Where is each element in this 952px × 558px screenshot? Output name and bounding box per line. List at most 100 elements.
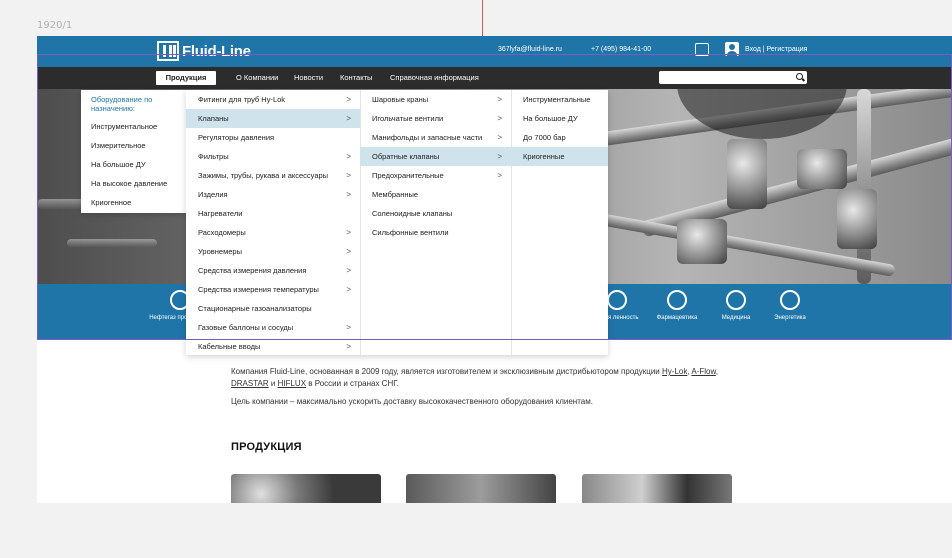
col2-item[interactable]: Стационарные газоанализаторы <box>186 299 360 318</box>
products-heading: ПРОДУКЦИЯ <box>231 441 302 453</box>
chevron-right-icon: > <box>346 95 351 104</box>
col2-item[interactable]: Кабельные вводы > <box>186 337 360 356</box>
col2-item[interactable]: Фитинги для труб Hy-Lok > <box>186 90 360 109</box>
col2-item[interactable]: Нагреватели <box>186 204 360 223</box>
nav-item-reference[interactable]: Справочная информация <box>390 73 479 82</box>
col3-item[interactable]: Манифольды и запасные части > <box>360 128 511 147</box>
col3-item-label: Сильфонные вентили <box>372 228 449 237</box>
col2-item-label: Стационарные газоанализаторы <box>198 304 312 313</box>
col3-item-label: Манифольды и запасные части <box>372 133 483 142</box>
col2-item[interactable]: Регуляторы давления <box>186 128 360 147</box>
industry-energy[interactable]: Энергетика <box>755 290 825 322</box>
intro-paragraph: Компания Fluid-Line, основанная в 2009 г… <box>231 367 719 388</box>
menu-by-purpose: Оборудование по назначению: Инструментал… <box>81 90 186 213</box>
chevron-right-icon: > <box>346 266 351 275</box>
menu-purpose-item[interactable]: Инструментальное <box>81 117 186 136</box>
logo[interactable]: Fluid-Line <box>157 40 251 62</box>
link-hiflux[interactable]: HIFLUX <box>278 379 306 388</box>
product-card-valves[interactable] <box>406 474 556 503</box>
col2-item-label: Нагреватели <box>198 209 243 218</box>
top-bar: Fluid-Line 367lyfa@fluid-line.ru +7 (495… <box>37 36 952 67</box>
phone-link[interactable]: +7 (495) 984-41-00 <box>591 46 651 53</box>
col2-item-label: Средства измерения температуры <box>198 285 319 294</box>
link-aflow[interactable]: A-Flow <box>691 367 715 376</box>
col2-item[interactable]: Изделия > <box>186 185 360 204</box>
menu-purpose-item[interactable]: Измерительное <box>81 136 186 155</box>
main-nav: Продукция О Компании Новости Контакты Сп… <box>37 67 952 89</box>
col2-item[interactable]: Газовые баллоны и сосуды > <box>186 318 360 337</box>
chevron-right-icon: > <box>346 228 351 237</box>
link-hylok[interactable]: Hy-Lok <box>662 367 687 376</box>
col2-item[interactable]: Расходомеры > <box>186 223 360 242</box>
col3-item-label: Мембранные <box>372 190 419 199</box>
nav-item-about[interactable]: О Компании <box>236 73 278 82</box>
chevron-right-icon: > <box>346 190 351 199</box>
energy-icon <box>780 290 800 310</box>
chevron-right-icon: > <box>346 114 351 123</box>
frame-tick <box>930 54 952 55</box>
menu-purpose-item[interactable]: На большое ДУ <box>81 155 186 174</box>
chevron-right-icon: > <box>497 114 502 123</box>
col3-item[interactable]: Игольчатые вентили > <box>360 109 511 128</box>
pharma-icon <box>667 290 687 310</box>
col3-item[interactable]: Предохранительные > <box>360 166 511 185</box>
col4-item-label: Инструментальные <box>523 95 591 104</box>
product-card-regulators[interactable] <box>582 474 732 503</box>
chevron-right-icon: > <box>346 171 351 180</box>
col2-item[interactable]: Средства измерения температуры > <box>186 280 360 299</box>
col2-item[interactable]: Средства измерения давления > <box>186 261 360 280</box>
col4-item[interactable]: Криогенные <box>511 147 608 166</box>
col3-item[interactable]: Мембранные <box>360 185 511 204</box>
col3-item[interactable]: Соленоидные клапаны <box>360 204 511 223</box>
col2-item[interactable]: Зажимы, трубы, рукава и аксессуары > <box>186 166 360 185</box>
col2-item-label: Уровнемеры <box>198 247 242 256</box>
col4-item[interactable]: Инструментальные <box>511 90 608 109</box>
chevron-right-icon: > <box>497 133 502 142</box>
search-input[interactable] <box>659 71 807 84</box>
goal-paragraph: Цель компании – максимально ускорить дос… <box>231 397 593 406</box>
col2-item-label: Фильтры <box>198 152 229 161</box>
medicine-icon <box>726 290 746 310</box>
nav-item-news[interactable]: Новости <box>294 73 323 82</box>
menu-purpose-item[interactable]: На высокое давление <box>81 174 186 193</box>
col4-item-label: До 7000 бар <box>523 133 566 142</box>
chevron-right-icon: > <box>346 247 351 256</box>
product-card-fittings[interactable] <box>231 474 381 503</box>
chevron-right-icon: > <box>497 152 502 161</box>
col3-item[interactable]: Шаровые краны > <box>360 90 511 109</box>
col3-item[interactable]: Сильфонные вентили <box>360 223 511 242</box>
col4-item[interactable]: До 7000 бар <box>511 128 608 147</box>
mega-menu-panel: Фитинги для труб Hy-Lok > Клапаны > Регулято… <box>186 90 608 355</box>
col4-item-label: Криогенные <box>523 152 565 161</box>
col2-item[interactable]: Клапаны > <box>186 109 360 128</box>
col2-item-label: Кабельные вводы <box>198 342 261 351</box>
chevron-right-icon: > <box>346 152 351 161</box>
cart-icon[interactable] <box>695 43 709 56</box>
search-icon[interactable] <box>796 73 803 80</box>
menu-by-purpose-heading: Оборудование по назначению: <box>91 95 153 113</box>
nav-item-products[interactable]: Продукция <box>156 71 216 85</box>
chevron-right-icon: > <box>497 95 502 104</box>
col2-item-label: Фитинги для труб Hy-Lok <box>198 95 286 104</box>
col2-item-label: Регуляторы давления <box>198 133 275 142</box>
link-drastar[interactable]: DRASTAR <box>231 379 269 388</box>
email-link[interactable]: 367lyfa@fluid-line.ru <box>498 46 562 53</box>
user-icon[interactable] <box>725 42 739 56</box>
nav-item-contacts[interactable]: Контакты <box>340 73 372 82</box>
col2-item-label: Газовые баллоны и сосуды <box>198 323 294 332</box>
col3-item-label: Соленоидные клапаны <box>372 209 453 218</box>
login-link[interactable]: Вход | Регистрация <box>745 46 807 53</box>
logo-text: Fluid-Line <box>182 42 251 60</box>
menu-purpose-item[interactable]: Криогенное <box>81 193 186 212</box>
col3-item-label: Шаровые краны <box>372 95 429 104</box>
col2-item[interactable]: Уровнемеры > <box>186 242 360 261</box>
col2-item-label: Расходомеры <box>198 228 246 237</box>
col2-item-label: Изделия <box>198 190 228 199</box>
col2-item-label: Зажимы, трубы, рукава и аксессуары <box>198 171 329 180</box>
logo-mark-icon <box>157 41 179 61</box>
col3-item-label: Обратные клапаны <box>372 152 440 161</box>
col2-item[interactable]: Фильтры > <box>186 147 360 166</box>
col3-item[interactable]: Обратные клапаны > <box>360 147 511 166</box>
col4-item[interactable]: На большое ДУ <box>511 109 608 128</box>
chevron-right-icon: > <box>346 342 351 351</box>
